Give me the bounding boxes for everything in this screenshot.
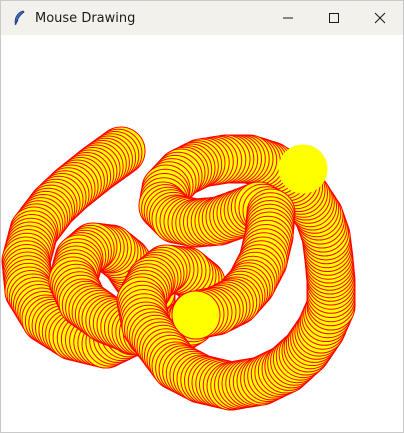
brush-dot: [171, 290, 221, 340]
drawing-surface: [1, 126, 356, 411]
window-controls: [265, 1, 403, 35]
minimize-button[interactable]: [265, 1, 311, 35]
minimize-icon: [282, 12, 294, 24]
maximize-button[interactable]: [311, 1, 357, 35]
maximize-icon: [328, 12, 340, 24]
drawing-canvas[interactable]: [1, 35, 403, 432]
feather-icon: [9, 8, 29, 28]
app-window: Mouse Drawing: [0, 0, 404, 433]
close-button[interactable]: [357, 1, 403, 35]
window-title: Mouse Drawing: [35, 10, 136, 26]
brush-cursor-dot: [278, 144, 328, 194]
close-icon: [374, 12, 386, 24]
title-bar[interactable]: Mouse Drawing: [1, 1, 403, 35]
